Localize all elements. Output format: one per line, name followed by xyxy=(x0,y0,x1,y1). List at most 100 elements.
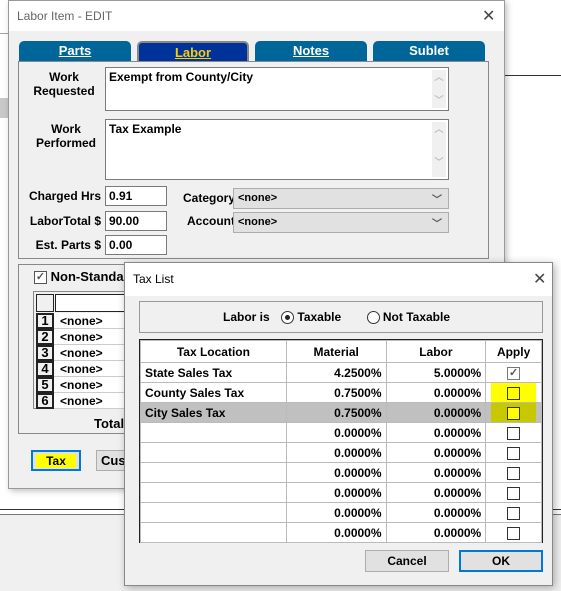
apply-checkbox[interactable] xyxy=(507,386,521,400)
labor-cell: 0.0000% xyxy=(385,462,487,483)
background-divider xyxy=(505,75,561,76)
work-performed-value: Tax Example xyxy=(109,122,182,136)
table-row[interactable]: 0.0000% 0.0000% xyxy=(140,422,542,443)
column-header-material: Material xyxy=(285,340,387,363)
tax-list-dialog: Tax List ✕ Labor is Taxable Not Taxable … xyxy=(124,262,553,586)
work-performed-field[interactable]: Tax Example ︿ ﹀ xyxy=(105,119,449,180)
row-number: 5 xyxy=(36,377,54,393)
material-cell: 0.0000% xyxy=(285,422,387,443)
radio-unselected-icon[interactable] xyxy=(366,311,380,325)
table-row[interactable]: 0.0000% 0.0000% xyxy=(140,442,542,463)
work-requested-label: Work Requested xyxy=(33,70,95,98)
grid-cell[interactable]: <none> xyxy=(60,314,103,328)
cancel-button[interactable]: Cancel xyxy=(365,550,449,572)
apply-checkbox[interactable] xyxy=(507,486,521,500)
background-divider xyxy=(0,98,8,118)
tab-notes[interactable]: Notes xyxy=(255,41,367,61)
tab-labor[interactable]: Labor xyxy=(137,41,249,61)
tab-sublet[interactable]: Sublet xyxy=(373,41,485,61)
labor-cell: 0.0000% xyxy=(385,442,487,463)
radio-not-taxable[interactable]: Not Taxable xyxy=(366,310,450,325)
material-cell: 0.7500% xyxy=(285,402,387,423)
est-parts-label: Est. Parts $ xyxy=(35,238,101,252)
charged-hrs-field[interactable]: 0.91 xyxy=(105,186,167,206)
radio-taxable[interactable]: Taxable xyxy=(281,310,341,325)
tax-table-frame: Tax Location Material Labor Apply State … xyxy=(139,339,543,543)
apply-checkbox[interactable] xyxy=(507,526,521,540)
radio-label: Not Taxable xyxy=(382,310,450,324)
close-icon[interactable]: ✕ xyxy=(533,269,546,289)
apply-checkbox[interactable] xyxy=(507,426,521,440)
labor-cell: 0.0000% xyxy=(385,402,487,423)
row-number: 2 xyxy=(36,329,54,345)
tax-location-cell: County Sales Tax xyxy=(140,382,287,403)
material-cell: 0.0000% xyxy=(285,502,387,523)
highlight-marker xyxy=(491,383,537,402)
ok-button[interactable]: OK xyxy=(459,550,543,572)
scrollbar[interactable]: ︿ ﹀ xyxy=(432,70,446,108)
apply-checkbox[interactable] xyxy=(507,466,521,480)
category-dropdown[interactable]: <none> ﹀ xyxy=(233,188,449,209)
account-value: <none> xyxy=(238,216,278,228)
labor-cell: 0.0000% xyxy=(385,502,487,523)
radio-selected-icon[interactable] xyxy=(281,311,295,325)
material-cell: 0.0000% xyxy=(285,462,387,483)
grid-cell[interactable]: <none> xyxy=(60,362,103,376)
apply-cell[interactable] xyxy=(485,442,542,463)
tax-button-label: Tax xyxy=(36,454,76,468)
apply-checkbox[interactable] xyxy=(507,506,521,520)
chevron-down-icon: ﹀ xyxy=(432,219,442,230)
grid-cell[interactable]: <none> xyxy=(60,330,103,344)
labor-cell: 0.0000% xyxy=(385,422,487,443)
material-cell: 0.0000% xyxy=(285,522,387,543)
tab-parts[interactable]: Parts xyxy=(19,41,131,61)
labor-cell: 0.0000% xyxy=(385,482,487,503)
table-row[interactable]: State Sales Tax 4.2500% 5.0000% ✓ xyxy=(140,362,542,383)
non-standard-checkbox[interactable]: ✓ Non-Standard xyxy=(34,269,137,285)
window-title: Labor Item - EDIT xyxy=(9,1,504,31)
work-requested-field[interactable]: Exempt from County/City ︿ ﹀ xyxy=(105,67,449,111)
apply-cell[interactable] xyxy=(485,382,542,403)
apply-checkbox[interactable] xyxy=(507,406,521,420)
column-header-labor: Labor xyxy=(385,340,487,363)
tax-location-cell: State Sales Tax xyxy=(140,362,287,383)
apply-cell[interactable] xyxy=(485,402,542,423)
apply-checkbox[interactable] xyxy=(507,446,521,460)
checkbox-checked[interactable]: ✓ xyxy=(34,271,47,285)
labor-total-label: LaborTotal $ xyxy=(29,214,101,228)
apply-cell[interactable] xyxy=(485,502,542,523)
grid-cell[interactable]: <none> xyxy=(60,378,103,392)
account-dropdown[interactable]: <none> ﹀ xyxy=(233,212,449,233)
table-row[interactable]: City Sales Tax 0.7500% 0.0000% xyxy=(140,402,542,423)
est-parts-field[interactable]: 0.00 xyxy=(105,235,167,255)
column-header-tax-location: Tax Location xyxy=(140,340,287,363)
scrollbar[interactable]: ︿ ﹀ xyxy=(432,122,446,177)
labor-panel: Work Requested Exempt from County/City ︿ ﹀… xyxy=(18,61,489,259)
apply-cell[interactable] xyxy=(485,482,542,503)
row-number: 6 xyxy=(36,393,54,409)
apply-cell[interactable]: ✓ xyxy=(485,362,542,383)
account-label: Account xyxy=(187,214,235,228)
grid-cell[interactable]: <none> xyxy=(60,394,103,408)
tax-location-cell xyxy=(140,502,287,523)
table-row[interactable]: 0.0000% 0.0000% xyxy=(140,522,542,543)
chevron-down-icon: ﹀ xyxy=(432,195,442,206)
tax-location-cell xyxy=(140,422,287,443)
table-row[interactable]: 0.0000% 0.0000% xyxy=(140,482,542,503)
apply-checkbox-checked[interactable]: ✓ xyxy=(507,366,521,380)
table-header-row: Tax Location Material Labor Apply xyxy=(140,340,542,363)
tax-button[interactable]: Tax xyxy=(31,450,81,471)
apply-cell[interactable] xyxy=(485,422,542,443)
apply-cell[interactable] xyxy=(485,462,542,483)
table-row[interactable]: 0.0000% 0.0000% xyxy=(140,462,542,483)
category-value: <none> xyxy=(238,192,278,204)
material-cell: 0.0000% xyxy=(285,442,387,463)
grid-cell[interactable]: <none> xyxy=(60,346,103,360)
tax-location-cell xyxy=(140,522,287,543)
close-icon[interactable]: ✕ xyxy=(482,6,495,26)
labor-cell: 0.0000% xyxy=(385,522,487,543)
table-row[interactable]: 0.0000% 0.0000% xyxy=(140,502,542,523)
table-row[interactable]: County Sales Tax 0.7500% 0.0000% xyxy=(140,382,542,403)
apply-cell[interactable] xyxy=(485,522,542,543)
labor-total-field[interactable]: 90.00 xyxy=(105,211,167,231)
